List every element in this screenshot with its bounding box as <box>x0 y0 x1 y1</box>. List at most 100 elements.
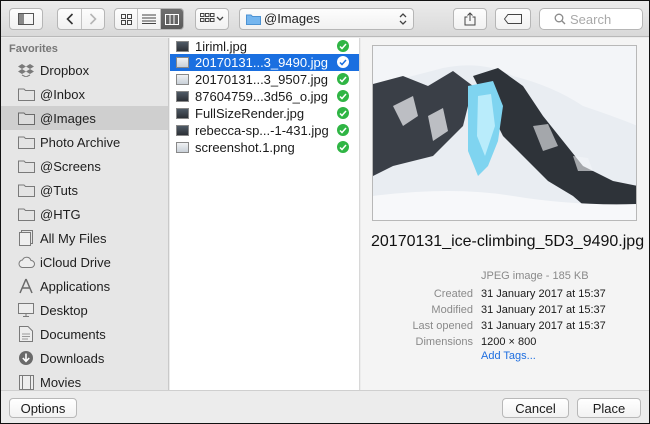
search-icon <box>554 13 566 25</box>
sync-check-icon <box>337 73 349 85</box>
image-thumbnail-icon <box>176 108 189 119</box>
info-value: 31 January 2017 at 15:37 <box>481 288 606 300</box>
file-row[interactable]: 20170131...3_9490.jpg <box>170 54 359 71</box>
list-view-button[interactable] <box>138 9 161 29</box>
file-row[interactable]: rebecca-sp...-1-431.jpg <box>170 122 359 139</box>
info-label: Last opened <box>412 320 473 332</box>
preview-pane: 20170131_ice-climbing_5D3_9490.jpg JPEG … <box>361 38 649 390</box>
sidebar-item-label: @Tuts <box>40 182 78 198</box>
info-row-created: Created 31 January 2017 at 15:37 <box>361 288 649 304</box>
folder-icon <box>246 14 261 25</box>
all-files-icon <box>17 229 35 247</box>
info-value: 31 January 2017 at 15:37 <box>481 320 606 332</box>
preview-file-name: 20170131_ice-climbing_5D3_9490.jpg <box>371 233 645 250</box>
updown-chevron-icon <box>399 13 407 25</box>
path-popup-label: @Images <box>264 11 320 26</box>
sidebar-item-applications[interactable]: Applications <box>1 274 168 298</box>
icon-grid-icon <box>120 13 132 25</box>
info-label: Modified <box>431 304 473 316</box>
folder-icon <box>17 181 35 199</box>
arrange-button[interactable] <box>195 8 229 30</box>
preview-kind: JPEG image - 185 KB <box>481 270 589 282</box>
downloads-icon <box>17 349 35 367</box>
image-thumbnail-icon <box>176 74 189 85</box>
sidebar-item-dropbox[interactable]: Dropbox <box>1 58 168 82</box>
forward-button[interactable] <box>82 9 104 29</box>
sync-check-icon <box>337 124 349 136</box>
sidebar-item-all-my-files[interactable]: All My Files <box>1 226 168 250</box>
info-label: Created <box>433 288 473 300</box>
file-name: rebecca-sp...-1-431.jpg <box>195 123 329 138</box>
sidebar-item-screens[interactable]: @Screens <box>1 154 168 178</box>
view-mode-buttons <box>114 8 184 30</box>
column-view-button[interactable] <box>161 9 183 29</box>
sync-check-icon <box>337 56 349 68</box>
file-name: FullSizeRender.jpg <box>195 106 305 121</box>
sidebar-item-movies[interactable]: Movies <box>1 370 168 390</box>
file-row[interactable]: screenshot.1.png <box>170 139 359 156</box>
options-button[interactable]: Options <box>9 398 77 418</box>
file-row[interactable]: 87604759...3d56_o.jpg <box>170 88 359 105</box>
sidebar-item-label: @Screens <box>40 158 101 174</box>
cloud-icon <box>17 253 35 271</box>
sidebar-item-desktop[interactable]: Desktop <box>1 298 168 322</box>
sync-check-icon <box>337 141 349 153</box>
sidebar-item-label: Documents <box>40 326 106 342</box>
add-tags-link[interactable]: Add Tags... <box>481 350 536 362</box>
preview-image <box>372 45 637 221</box>
sidebar-item-label: Photo Archive <box>40 134 121 150</box>
file-row[interactable]: 20170131...3_9507.jpg <box>170 71 359 88</box>
sidebar: Favorites Dropbox @Inbox @Images Photo A… <box>1 38 169 390</box>
image-thumbnail-icon <box>176 41 189 52</box>
sidebar-item-documents[interactable]: Documents <box>1 322 168 346</box>
image-thumbnail-icon <box>176 91 189 102</box>
arrange-grid-icon <box>200 13 224 22</box>
columns-icon <box>165 13 179 25</box>
sidebar-item-images[interactable]: @Images <box>1 106 168 130</box>
sidebar-item-label: @HTG <box>40 206 81 222</box>
navigation-buttons <box>57 8 105 30</box>
sync-check-icon <box>337 107 349 119</box>
chevron-left-icon <box>65 13 73 25</box>
folder-icon <box>17 85 35 103</box>
info-row-last-opened: Last opened 31 January 2017 at 15:37 <box>361 320 649 336</box>
sidebar-item-downloads[interactable]: Downloads <box>1 346 168 370</box>
bottom-bar: Options Cancel Place <box>1 390 649 423</box>
list-icon <box>142 14 156 24</box>
file-name: 87604759...3d56_o.jpg <box>195 89 329 104</box>
sidebar-heading: Favorites <box>9 43 58 55</box>
cancel-button[interactable]: Cancel <box>502 398 569 418</box>
sidebar-item-label: Desktop <box>40 302 88 318</box>
folder-icon <box>17 133 35 151</box>
path-popup-button[interactable]: @Images <box>239 8 414 30</box>
sidebar-item-tuts[interactable]: @Tuts <box>1 178 168 202</box>
sidebar-item-htg[interactable]: @HTG <box>1 202 168 226</box>
back-button[interactable] <box>58 9 82 29</box>
file-column: 1iriml.jpg 20170131...3_9490.jpg 2017013… <box>170 38 360 390</box>
search-input[interactable] <box>570 10 640 28</box>
sidebar-toggle-button[interactable] <box>9 8 43 30</box>
sidebar-item-inbox[interactable]: @Inbox <box>1 82 168 106</box>
file-row[interactable]: 1iriml.jpg <box>170 38 359 55</box>
place-button[interactable]: Place <box>577 398 641 418</box>
file-row[interactable]: FullSizeRender.jpg <box>170 105 359 122</box>
info-row-modified: Modified 31 January 2017 at 15:37 <box>361 304 649 320</box>
file-name: screenshot.1.png <box>195 140 295 155</box>
folder-icon <box>17 157 35 175</box>
info-value: 31 January 2017 at 15:37 <box>481 304 606 316</box>
sidebar-item-label: Movies <box>40 374 82 390</box>
sidebar-item-photo-archive[interactable]: Photo Archive <box>1 130 168 154</box>
file-name: 20170131...3_9490.jpg <box>195 55 329 70</box>
sidebar-item-label: All My Files <box>40 230 107 246</box>
icon-view-button[interactable] <box>115 9 138 29</box>
search-field[interactable] <box>539 8 643 30</box>
image-thumbnail-icon <box>176 142 189 153</box>
image-thumbnail-icon <box>176 125 189 136</box>
folder-icon <box>17 205 35 223</box>
tags-button[interactable] <box>495 8 531 30</box>
sidebar-item-icloud-drive[interactable]: iCloud Drive <box>1 250 168 274</box>
documents-icon <box>17 325 35 343</box>
share-button[interactable] <box>453 8 487 30</box>
applications-icon <box>17 277 35 295</box>
sidebar-item-label: iCloud Drive <box>40 254 111 270</box>
